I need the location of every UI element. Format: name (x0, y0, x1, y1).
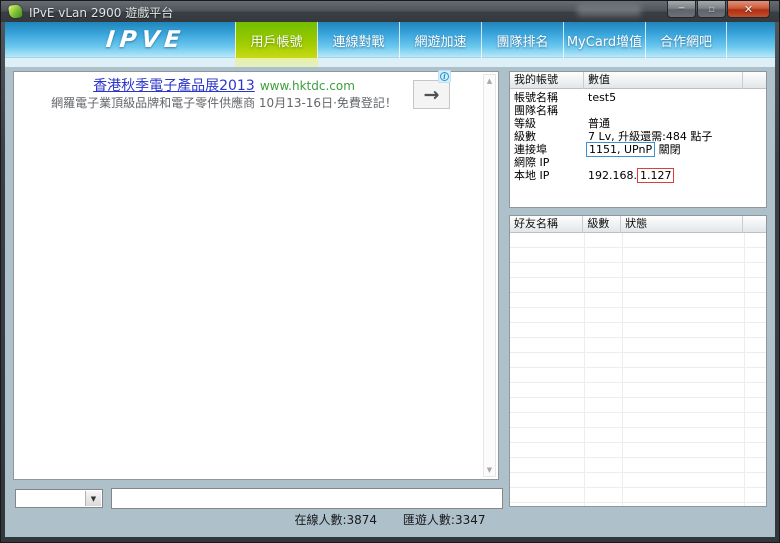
nav-bar: IPVE 用戶帳號 連線對戰 網遊加速 團隊排名 MyCard增值 合作網吧 (5, 22, 775, 58)
table-row-account-name: 帳號名稱 test5 (514, 91, 617, 104)
column-header-friend-name[interactable]: 好友名稱 (510, 215, 584, 233)
nav-tabs: 用戶帳號 連線對戰 網遊加速 團隊排名 MyCard增值 合作網吧 (235, 22, 727, 58)
content-scrollbar[interactable]: ▲ ▼ (483, 74, 496, 477)
game-count: 匯遊人數:3347 (402, 513, 486, 527)
ad-banner: 香港秋季電子產品展2013 www.hktdc.com 網羅電子業頂級品牌和電子… (14, 76, 434, 112)
grid-line (744, 233, 745, 506)
column-header-value[interactable]: 數值 (584, 71, 743, 89)
tab-game-boost[interactable]: 網遊加速 (399, 22, 481, 58)
ad-info-icon[interactable]: i (438, 70, 451, 83)
chat-message-input[interactable] (111, 488, 503, 509)
column-header-friend-level[interactable]: 級數 (583, 215, 622, 233)
scroll-down-icon[interactable]: ▼ (484, 466, 495, 474)
column-header-friend-extra (743, 216, 766, 233)
column-header-friend-status[interactable]: 狀態 (621, 215, 744, 233)
ipve-logo: IPVE (104, 27, 187, 53)
blurred-overlay (577, 4, 641, 16)
column-header-extra (743, 72, 766, 89)
column-header-my-account[interactable]: 我的帳號 (510, 71, 584, 89)
account-table-body: 帳號名稱 test5 團隊名稱 等級 普通 級數 7 Lv, 升級還需:484 … (510, 89, 766, 183)
account-table-header: 我的帳號 數值 (510, 71, 766, 89)
table-row-port: 連接埠 1151, UPnP 關閉 (514, 142, 681, 157)
ad-headline-link[interactable]: 香港秋季電子產品展2013 (93, 78, 255, 94)
arrow-right-icon: → (423, 83, 440, 106)
tab-team-ranking[interactable]: 團隊排名 (481, 22, 563, 58)
tab-mycard-topup[interactable]: MyCard增值 (563, 22, 645, 58)
ip-highlight-box: 1.127 (636, 168, 675, 183)
port-highlight-box: 1151, UPnP (586, 142, 656, 157)
app-body: IPVE 用戶帳號 連線對戰 網遊加速 團隊排名 MyCard增值 合作網吧 香… (5, 22, 775, 537)
chat-target-dropdown[interactable]: ▼ (15, 489, 103, 508)
friends-table-body (510, 233, 766, 506)
ad-description: 網羅電子業頂級品牌和電子零件供應商 10月13-16日·免費登記！ (51, 96, 397, 110)
chevron-down-icon[interactable]: ▼ (85, 491, 101, 506)
window-title: IPvE vLan 2900 遊戲平台 (29, 6, 174, 20)
account-info-table: 我的帳號 數值 帳號名稱 test5 團隊名稱 等級 普通 級數 7 Lv, 升… (509, 71, 767, 208)
table-row-local-ip: 本地 IP 192.168. 1.127 (510, 168, 766, 183)
active-tab-glow (235, 58, 318, 67)
nav-substrip (5, 58, 775, 67)
ad-arrow-button[interactable]: → (413, 80, 450, 109)
app-icon[interactable] (8, 4, 23, 19)
status-bar: 在線人數:3874 匯遊人數:3347 (5, 511, 775, 529)
online-count: 在線人數:3874 (294, 513, 378, 527)
friends-table-header: 好友名稱 級數 狀態 (510, 215, 766, 233)
app-window: IPvE vLan 2900 遊戲平台 ─ ▫ ✕ IPVE 用戶帳號 連線對戰… (0, 0, 780, 543)
grid-line (622, 233, 623, 506)
maximize-button[interactable]: ▫ (697, 1, 726, 18)
friends-list-table: 好友名稱 級數 狀態 (509, 215, 767, 507)
grid-line (584, 233, 585, 506)
main-content-panel: 香港秋季電子產品展2013 www.hktdc.com 網羅電子業頂級品牌和電子… (13, 70, 499, 480)
scroll-up-icon[interactable]: ▲ (484, 77, 495, 85)
close-button[interactable]: ✕ (727, 1, 770, 18)
table-row-team-name: 團隊名稱 (514, 104, 558, 117)
title-bar[interactable]: IPvE vLan 2900 遊戲平台 ─ ▫ ✕ (1, 1, 779, 22)
tab-user-account[interactable]: 用戶帳號 (235, 22, 317, 58)
minimize-button[interactable]: ─ (667, 1, 696, 18)
ad-site-url: www.hktdc.com (259, 79, 355, 93)
tab-partner-cafe[interactable]: 合作網吧 (645, 22, 727, 58)
tab-online-battle[interactable]: 連線對戰 (317, 22, 399, 58)
table-row-grade: 等級 普通 (514, 117, 610, 130)
